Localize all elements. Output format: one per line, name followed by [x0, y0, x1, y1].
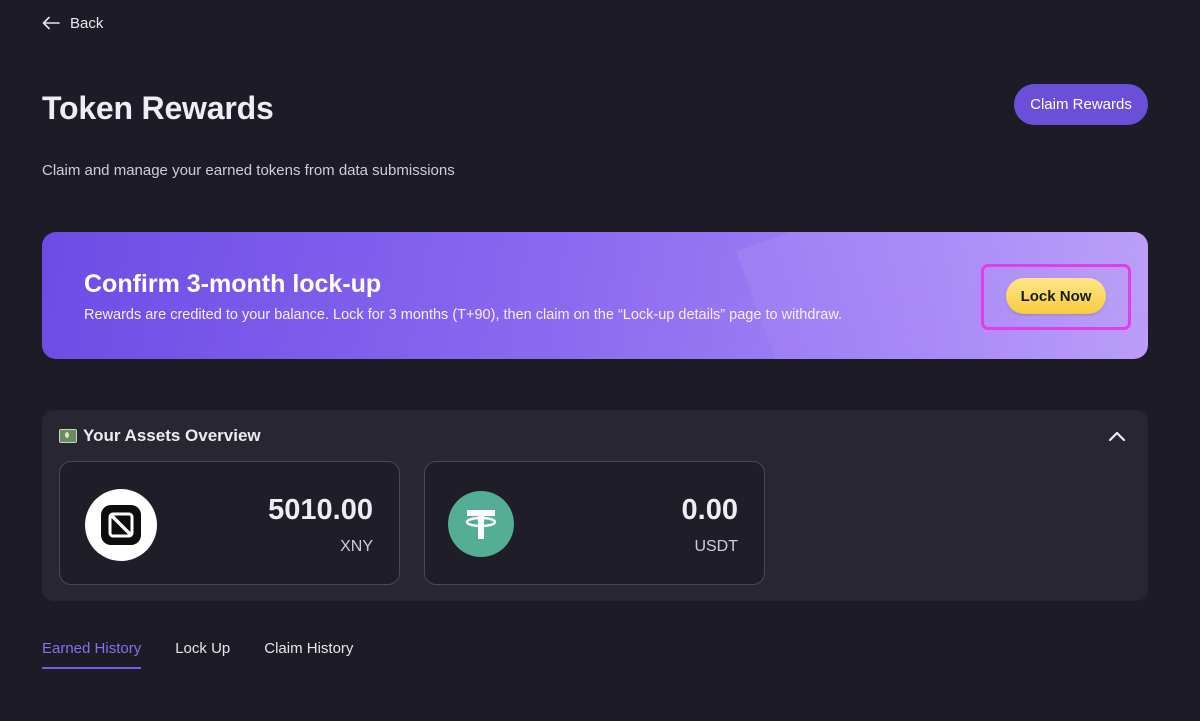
claim-rewards-button[interactable]: Claim Rewards: [1014, 84, 1148, 125]
page-subtitle: Claim and manage your earned tokens from…: [42, 162, 455, 179]
collapse-button[interactable]: [1106, 426, 1128, 448]
usdt-symbol: USDT: [694, 538, 738, 555]
chevron-up-icon: [1106, 426, 1128, 448]
asset-card-xny: 5010.00 XNY: [59, 461, 400, 585]
assets-overview-header: Your Assets Overview: [59, 426, 261, 446]
money-emoji-icon: [59, 429, 77, 443]
banner-title: Confirm 3-month lock-up: [84, 270, 382, 298]
xny-logo-icon: [85, 489, 157, 561]
page-title: Token Rewards: [42, 90, 274, 126]
xny-symbol: XNY: [340, 538, 373, 555]
banner-description: Rewards are credited to your balance. Lo…: [84, 307, 843, 323]
usdt-amount: 0.00: [681, 494, 738, 526]
asset-card-usdt: 0.00 USDT: [424, 461, 765, 585]
tether-logo-icon: [448, 491, 514, 557]
history-tabs: Earned History Lock Up Claim History: [42, 640, 353, 669]
tab-lock-up[interactable]: Lock Up: [175, 640, 230, 669]
lock-now-button[interactable]: Lock Now: [1006, 278, 1106, 314]
arrow-left-icon: [42, 16, 60, 30]
back-label: Back: [70, 14, 104, 32]
assets-overview-panel: Your Assets Overview 5010.00 XNY 0.00 US…: [42, 410, 1148, 601]
assets-overview-title: Your Assets Overview: [83, 426, 261, 445]
tab-earned-history[interactable]: Earned History: [42, 640, 142, 669]
lockup-banner: Confirm 3-month lock-up Rewards are cred…: [42, 232, 1148, 359]
xny-amount: 5010.00: [268, 494, 373, 526]
back-link[interactable]: Back: [42, 12, 103, 34]
tab-claim-history[interactable]: Claim History: [264, 640, 353, 669]
